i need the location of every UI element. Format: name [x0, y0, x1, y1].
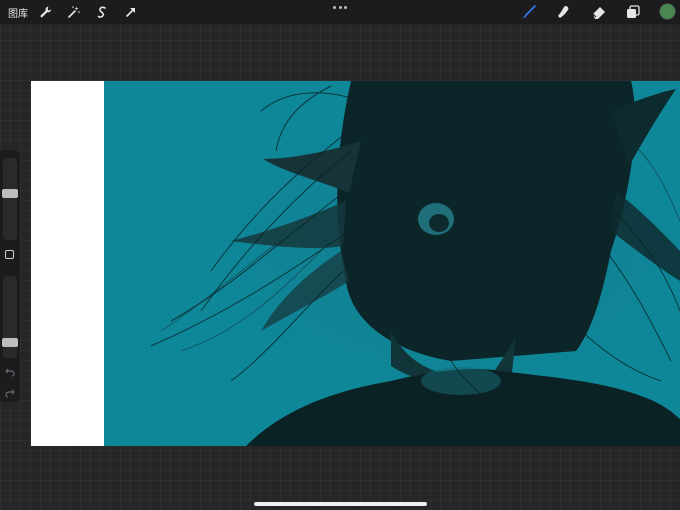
- canvas-white-area: [31, 81, 104, 446]
- drawing-canvas[interactable]: [31, 81, 680, 446]
- brush-icon[interactable]: [519, 2, 539, 22]
- wrench-icon[interactable]: [36, 2, 56, 22]
- brush-size-slider[interactable]: [3, 158, 17, 240]
- redo-icon[interactable]: [4, 387, 16, 399]
- layers-icon[interactable]: [623, 2, 643, 22]
- magic-wand-icon[interactable]: [64, 2, 84, 22]
- selection-s-icon[interactable]: [92, 2, 112, 22]
- home-indicator[interactable]: [254, 502, 427, 506]
- transform-arrow-icon[interactable]: [121, 2, 141, 22]
- color-picker-swatch[interactable]: [660, 4, 675, 19]
- brush-size-thumb[interactable]: [2, 188, 18, 198]
- eraser-icon[interactable]: [589, 2, 609, 22]
- gallery-button[interactable]: 图库: [8, 5, 28, 20]
- modify-button[interactable]: [5, 250, 14, 259]
- undo-icon[interactable]: [4, 366, 16, 378]
- top-toolbar: 图库: [0, 0, 680, 24]
- smudge-icon[interactable]: [554, 2, 574, 22]
- opacity-thumb[interactable]: [2, 338, 18, 348]
- left-sidebar: [0, 150, 20, 402]
- more-options-icon[interactable]: [333, 2, 347, 12]
- canvas-artwork: [150, 81, 680, 446]
